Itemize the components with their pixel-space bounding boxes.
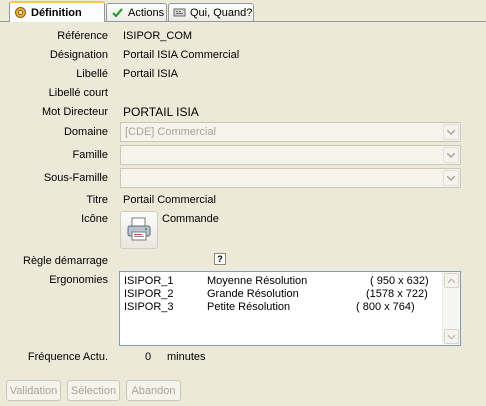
frequence-unit: minutes [167, 351, 206, 363]
icone-name: Commande [162, 213, 219, 225]
famille-label: Famille [72, 149, 108, 161]
reference-value[interactable]: ISIPOR_COM [123, 30, 192, 42]
scroll-down-icon[interactable] [444, 329, 459, 344]
frequence-value[interactable]: 0 [145, 351, 151, 363]
ergonomie-size: (1578 x 722) [366, 288, 428, 300]
designation-label: Désignation [49, 49, 108, 61]
ergonomies-scrollbar[interactable] [442, 272, 460, 345]
ergonomie-code: ISIPOR_1 [124, 275, 174, 287]
ergonomie-name: Moyenne Résolution [207, 275, 308, 287]
libelle-value[interactable]: Portail ISIA [123, 68, 178, 80]
libelle-court-label: Libellé court [48, 87, 108, 99]
tab-qui-quand[interactable]: Qui, Quand? [168, 3, 254, 21]
selection-button[interactable]: Sélection [67, 380, 120, 401]
icone-picker-button[interactable] [120, 211, 158, 249]
tab-qui-quand-label: Qui, Quand? [190, 6, 253, 19]
ergonomies-list[interactable]: ISIPOR_1 Moyenne Résolution ( 950 x 632)… [119, 271, 461, 346]
titre-value[interactable]: Portail Commercial [123, 194, 216, 206]
domaine-select[interactable]: [CDE] Commercial [120, 122, 461, 142]
tab-actions-label: Actions [128, 6, 165, 19]
list-item[interactable]: ISIPOR_3 Petite Résolution ( 800 x 764) [120, 301, 440, 314]
domaine-label: Domaine [63, 126, 108, 138]
tab-bar: Actions Qui, Quand? Définition [0, 0, 486, 22]
ergonomie-name: Petite Résolution [207, 301, 291, 313]
frequence-label: Fréquence Actu. [27, 351, 108, 363]
tab-actions[interactable]: Actions [106, 3, 167, 21]
titre-label: Titre [86, 194, 108, 206]
help-icon[interactable]: ? [214, 253, 226, 265]
mot-directeur-value[interactable]: PORTAIL ISIA [123, 105, 199, 119]
list-item[interactable]: ISIPOR_1 Moyenne Résolution ( 950 x 632) [120, 275, 440, 288]
icone-label: Icône [81, 213, 108, 225]
designation-value[interactable]: Portail ISIA Commercial [123, 49, 239, 61]
sous-famille-label: Sous-Famille [43, 172, 108, 184]
chevron-down-icon[interactable] [443, 124, 459, 140]
printer-icon [125, 215, 153, 246]
domaine-select-value: [CDE] Commercial [125, 126, 217, 138]
ergonomie-code: ISIPOR_2 [124, 288, 174, 300]
gear-icon [14, 6, 27, 19]
tab-definition-label: Définition [31, 6, 82, 19]
sous-famille-select[interactable] [120, 168, 461, 188]
scroll-up-icon[interactable] [444, 273, 459, 288]
ergonomie-size: ( 950 x 632) [370, 275, 429, 287]
ergonomies-label: Ergonomies [49, 274, 108, 286]
keyboard-icon [173, 6, 186, 19]
chevron-down-icon[interactable] [443, 170, 459, 186]
libelle-label: Libellé [76, 68, 108, 80]
chevron-down-icon[interactable] [443, 147, 459, 163]
regle-demarrage-label: Règle démarrage [23, 255, 108, 267]
tab-definition[interactable]: Définition [9, 1, 105, 22]
validation-button[interactable]: Validation [6, 380, 61, 401]
ergonomie-name: Grande Résolution [207, 288, 299, 300]
reference-label: Référence [57, 30, 108, 42]
list-item[interactable]: ISIPOR_2 Grande Résolution (1578 x 722) [120, 288, 440, 301]
ergonomie-size: ( 800 x 764) [356, 301, 415, 313]
ergonomie-code: ISIPOR_3 [124, 301, 174, 313]
famille-select[interactable] [120, 145, 461, 165]
checkmark-icon [111, 6, 124, 19]
mot-directeur-label: Mot Directeur [41, 106, 108, 118]
abandon-button[interactable]: Abandon [126, 380, 181, 401]
